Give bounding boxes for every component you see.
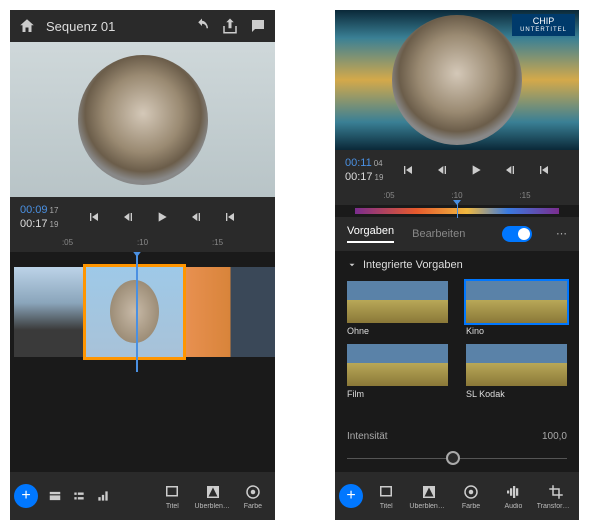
ruler[interactable]: :05:10:15 bbox=[10, 238, 275, 252]
transitions-icon bbox=[420, 483, 438, 501]
chip-badge: CHIPUNTERTITEL bbox=[512, 14, 575, 36]
color-icon bbox=[462, 483, 480, 501]
title-icon bbox=[377, 483, 395, 501]
timecode: 00:1104 00:1719 bbox=[345, 156, 383, 185]
tab-presets[interactable]: Vorgaben bbox=[347, 225, 394, 243]
timecode: 00:0917 00:1719 bbox=[20, 203, 58, 232]
levels-icon[interactable] bbox=[96, 489, 110, 503]
tool-audio[interactable]: Audio bbox=[494, 483, 532, 510]
skip-end-icon[interactable] bbox=[536, 162, 552, 178]
comment-icon[interactable] bbox=[249, 17, 267, 35]
skip-end-icon[interactable] bbox=[222, 209, 238, 225]
add-button[interactable]: + bbox=[339, 484, 363, 508]
play-icon[interactable] bbox=[154, 209, 170, 225]
preset-kino[interactable]: Kino bbox=[466, 281, 567, 336]
tab-edit[interactable]: Bearbeiten bbox=[412, 228, 465, 240]
color-strip[interactable] bbox=[355, 208, 559, 214]
chevron-down-icon bbox=[347, 260, 357, 270]
transform-icon bbox=[547, 483, 565, 501]
timeline[interactable] bbox=[10, 252, 275, 372]
title-icon bbox=[163, 483, 181, 501]
transport: 00:0917 00:1719 bbox=[10, 197, 275, 238]
tool-title[interactable]: Titel bbox=[367, 483, 405, 510]
section-header[interactable]: Integrierte Vorgaben bbox=[347, 259, 567, 271]
more-icon[interactable]: ⋯ bbox=[556, 227, 567, 240]
tool-color[interactable]: Farbe bbox=[235, 483, 271, 510]
preview[interactable]: CHIPUNTERTITEL bbox=[335, 10, 579, 150]
preset-slkodak[interactable]: SL Kodak bbox=[466, 344, 567, 399]
intensity-label: Intensität bbox=[347, 431, 388, 442]
play-icon[interactable] bbox=[468, 162, 484, 178]
frame-back-icon[interactable] bbox=[434, 162, 450, 178]
tool-transform[interactable]: Transformieren bbox=[537, 483, 575, 510]
clip[interactable] bbox=[14, 267, 83, 357]
skip-start-icon[interactable] bbox=[86, 209, 102, 225]
undo-icon[interactable] bbox=[193, 17, 211, 35]
topbar: Sequenz 01 bbox=[10, 10, 275, 42]
frame-back-icon[interactable] bbox=[120, 209, 136, 225]
bottombar: + Titel Überblendungen Farbe bbox=[10, 472, 275, 520]
tool-transitions[interactable]: Überblendungen bbox=[409, 483, 447, 510]
audio-icon bbox=[504, 483, 522, 501]
clip[interactable] bbox=[186, 267, 275, 357]
frame-forward-icon[interactable] bbox=[188, 209, 204, 225]
color-icon bbox=[244, 483, 262, 501]
intensity-row: Intensität 100,0 bbox=[335, 425, 579, 448]
preset-ohne[interactable]: Ohne bbox=[347, 281, 448, 336]
add-button[interactable]: + bbox=[14, 484, 38, 508]
phone-right: CHIPUNTERTITEL 00:1104 00:1719 :05:10:15… bbox=[335, 10, 579, 520]
preset-film[interactable]: Film bbox=[347, 344, 448, 399]
tabs: Vorgaben Bearbeiten ⋯ bbox=[335, 217, 579, 251]
bottombar: + Titel Überblendungen Farbe Audio Trans… bbox=[335, 472, 579, 520]
share-icon[interactable] bbox=[221, 17, 239, 35]
transitions-icon bbox=[204, 483, 222, 501]
toggle[interactable] bbox=[502, 226, 532, 242]
frame-forward-icon[interactable] bbox=[502, 162, 518, 178]
playhead[interactable] bbox=[136, 252, 138, 372]
tool-title[interactable]: Titel bbox=[154, 483, 190, 510]
home-icon[interactable] bbox=[18, 17, 36, 35]
intensity-value: 100,0 bbox=[542, 431, 567, 442]
clip-selected[interactable] bbox=[83, 264, 186, 360]
phone-left: Sequenz 01 00:0917 00:1719 :05:10:15 + bbox=[10, 10, 275, 520]
transport: 00:1104 00:1719 bbox=[335, 150, 579, 191]
sequence-title: Sequenz 01 bbox=[46, 19, 183, 34]
tool-transitions[interactable]: Überblendungen bbox=[195, 483, 231, 510]
intensity-slider[interactable] bbox=[347, 448, 567, 468]
layout-icon[interactable] bbox=[48, 489, 62, 503]
list-icon[interactable] bbox=[72, 489, 86, 503]
preview[interactable] bbox=[10, 42, 275, 197]
tool-color[interactable]: Farbe bbox=[452, 483, 490, 510]
presets-panel: Integrierte Vorgaben Ohne Kino Film SL K… bbox=[335, 251, 579, 425]
skip-start-icon[interactable] bbox=[400, 162, 416, 178]
playhead[interactable] bbox=[457, 204, 458, 218]
